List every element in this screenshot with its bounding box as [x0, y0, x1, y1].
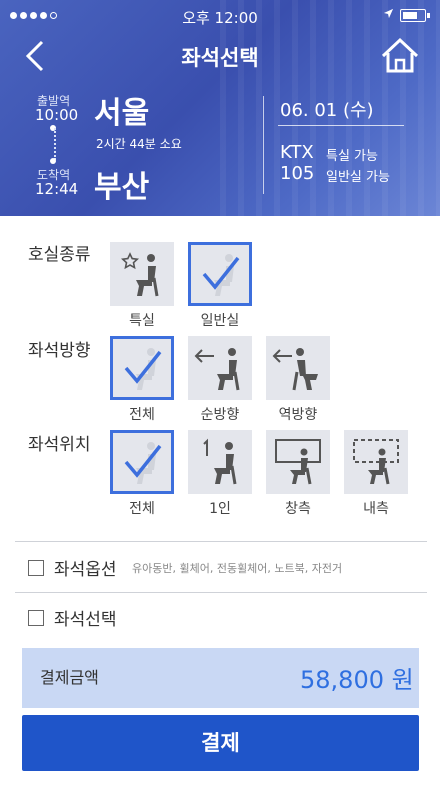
room-type-label: 호실종류 — [28, 245, 91, 265]
seat-select-label: 좌석선택 — [54, 610, 117, 630]
status-time: 오후 12:00 — [182, 9, 258, 27]
room-type-standard-label: 일반실 — [200, 313, 240, 329]
position-all-label: 전체 — [129, 501, 155, 517]
aisle-seat-icon — [353, 439, 399, 485]
date-underline — [278, 125, 404, 126]
home-button[interactable] — [378, 36, 422, 76]
payment-amount: 58,800 원 — [300, 666, 414, 694]
premium-seat-icon — [120, 252, 159, 297]
location-arrow-icon — [383, 8, 394, 22]
seat-direction-label: 좌석방향 — [28, 341, 91, 361]
direction-reverse[interactable] — [266, 336, 330, 400]
pay-button[interactable]: 결제 — [22, 715, 419, 771]
single-seat-icon — [203, 438, 237, 485]
arrival-time: 12:44 — [35, 180, 79, 198]
check-icon — [202, 254, 240, 296]
route-dot-end — [50, 158, 56, 164]
divider — [15, 541, 427, 542]
page-title: 좌석선택 — [181, 46, 259, 70]
check-icon — [124, 348, 162, 390]
position-aisle-label: 내측 — [363, 501, 389, 517]
check-icon — [124, 442, 162, 484]
forward-seat-icon — [194, 348, 240, 391]
room-type-premium-label: 특실 — [129, 313, 155, 329]
room-type-premium[interactable] — [110, 242, 174, 306]
room-type-standard[interactable] — [188, 242, 252, 306]
divider — [15, 592, 427, 593]
direction-all-label: 전체 — [129, 407, 155, 423]
position-single-label: 1인 — [209, 501, 231, 517]
train-type: KTX — [280, 142, 314, 163]
direction-reverse-label: 역방향 — [278, 407, 318, 423]
position-window[interactable] — [266, 430, 330, 494]
position-single[interactable] — [188, 430, 252, 494]
position-aisle[interactable] — [344, 430, 408, 494]
seat-options-checkbox[interactable] — [28, 560, 44, 576]
route-line — [54, 128, 56, 160]
to-city: 부산 — [94, 170, 150, 205]
status-bar: 오후 12:00 — [0, 0, 440, 32]
position-all[interactable] — [110, 430, 174, 494]
direction-all[interactable] — [110, 336, 174, 400]
seat-options-label: 좌석옵션 — [54, 560, 117, 580]
from-city: 서울 — [94, 96, 150, 131]
seat-position-label: 좌석위치 — [28, 435, 91, 455]
direction-forward-label: 순방향 — [200, 407, 240, 423]
standard-availability: 일반실 가능 — [326, 170, 390, 185]
seat-select-checkbox[interactable] — [28, 610, 44, 626]
reverse-seat-icon — [272, 348, 318, 391]
trip-date: 06. 01 (수) — [280, 100, 374, 121]
window-seat-icon — [275, 439, 321, 485]
trip-duration: 2시간 44분 소요 — [96, 137, 182, 151]
home-icon — [381, 37, 419, 73]
train-number: 105 — [280, 163, 315, 184]
seat-options-detail: 유아동반, 휠체어, 전동휠체어, 노트북, 자전거 — [132, 562, 343, 575]
position-window-label: 창측 — [285, 501, 311, 517]
trip-header: 오후 12:00 좌석선택 출발역 10:00 도착역 12:44 서울 2시간… — [0, 0, 440, 216]
premium-availability: 특실 가능 — [326, 149, 378, 164]
direction-forward[interactable] — [188, 336, 252, 400]
header-divider — [263, 96, 264, 194]
departure-time: 10:00 — [35, 106, 79, 124]
payment-label: 결제금액 — [40, 668, 99, 687]
battery-icon — [400, 9, 430, 22]
